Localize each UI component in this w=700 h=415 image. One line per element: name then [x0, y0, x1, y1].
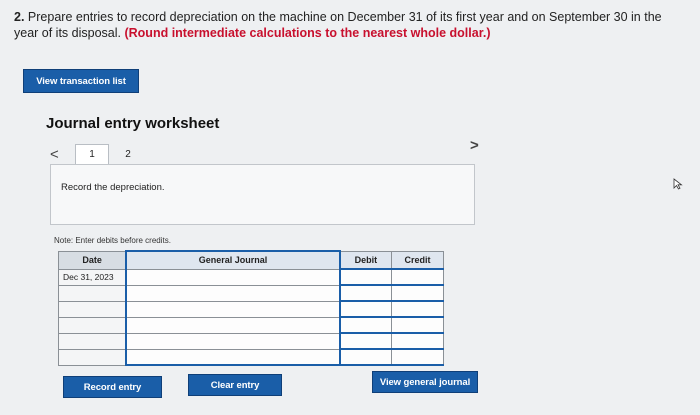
account-cell[interactable]: [125, 268, 341, 286]
debit-cell[interactable]: [339, 268, 393, 286]
rounding-instruction: (Round intermediate calculations to the …: [124, 26, 491, 40]
column-header-debit: Debit: [339, 250, 393, 270]
debit-cell[interactable]: [339, 284, 393, 302]
view-general-journal-button[interactable]: View general journal: [372, 371, 478, 393]
account-cell[interactable]: [125, 316, 341, 334]
journal-entry-table: Date General Journal Debit Credit Dec 31…: [58, 250, 444, 366]
worksheet-title: Journal entry worksheet: [46, 115, 220, 132]
account-cell[interactable]: [125, 300, 341, 318]
table-row: [58, 284, 444, 302]
clear-entry-button[interactable]: Clear entry: [188, 374, 282, 396]
credit-cell[interactable]: [391, 268, 444, 286]
column-header-credit: Credit: [391, 250, 444, 270]
tab-entry-2[interactable]: 2: [111, 144, 145, 164]
credit-cell[interactable]: [391, 300, 444, 318]
question-text: 2. Prepare entries to record depreciatio…: [14, 9, 684, 41]
date-cell[interactable]: [58, 316, 127, 334]
date-cell[interactable]: [58, 332, 127, 350]
date-cell[interactable]: [58, 284, 127, 302]
table-row: [58, 300, 444, 318]
debit-cell[interactable]: [339, 300, 393, 318]
previous-entry-arrow-icon[interactable]: <: [50, 146, 59, 163]
credit-cell[interactable]: [391, 316, 444, 334]
debit-credit-note: Note: Enter debits before credits.: [54, 236, 171, 245]
debit-cell[interactable]: [339, 316, 393, 334]
table-row: [58, 316, 444, 334]
debit-cell[interactable]: [339, 332, 393, 350]
debit-cell[interactable]: [339, 348, 393, 366]
table-row: Dec 31, 2023: [58, 268, 444, 286]
entry-description: Record the depreciation.: [61, 182, 165, 193]
date-cell[interactable]: [58, 348, 127, 366]
entry-description-box: Record the depreciation.: [50, 164, 475, 225]
account-cell[interactable]: [125, 284, 341, 302]
credit-cell[interactable]: [391, 284, 444, 302]
mouse-cursor-icon: [673, 178, 683, 190]
credit-cell[interactable]: [391, 348, 444, 366]
tab-entry-1[interactable]: 1: [75, 144, 109, 164]
credit-cell[interactable]: [391, 332, 444, 350]
column-header-general-journal: General Journal: [125, 250, 341, 270]
table-row: [58, 332, 444, 350]
question-number: 2.: [14, 10, 25, 24]
account-cell[interactable]: [125, 348, 341, 366]
next-entry-arrow-icon[interactable]: >: [470, 137, 479, 154]
table-row: [58, 348, 444, 366]
column-header-date: Date: [58, 250, 127, 270]
record-entry-button[interactable]: Record entry: [63, 376, 162, 398]
date-cell[interactable]: Dec 31, 2023: [58, 268, 127, 286]
account-cell[interactable]: [125, 332, 341, 350]
view-transaction-list-button[interactable]: View transaction list: [23, 69, 139, 93]
date-cell[interactable]: [58, 300, 127, 318]
